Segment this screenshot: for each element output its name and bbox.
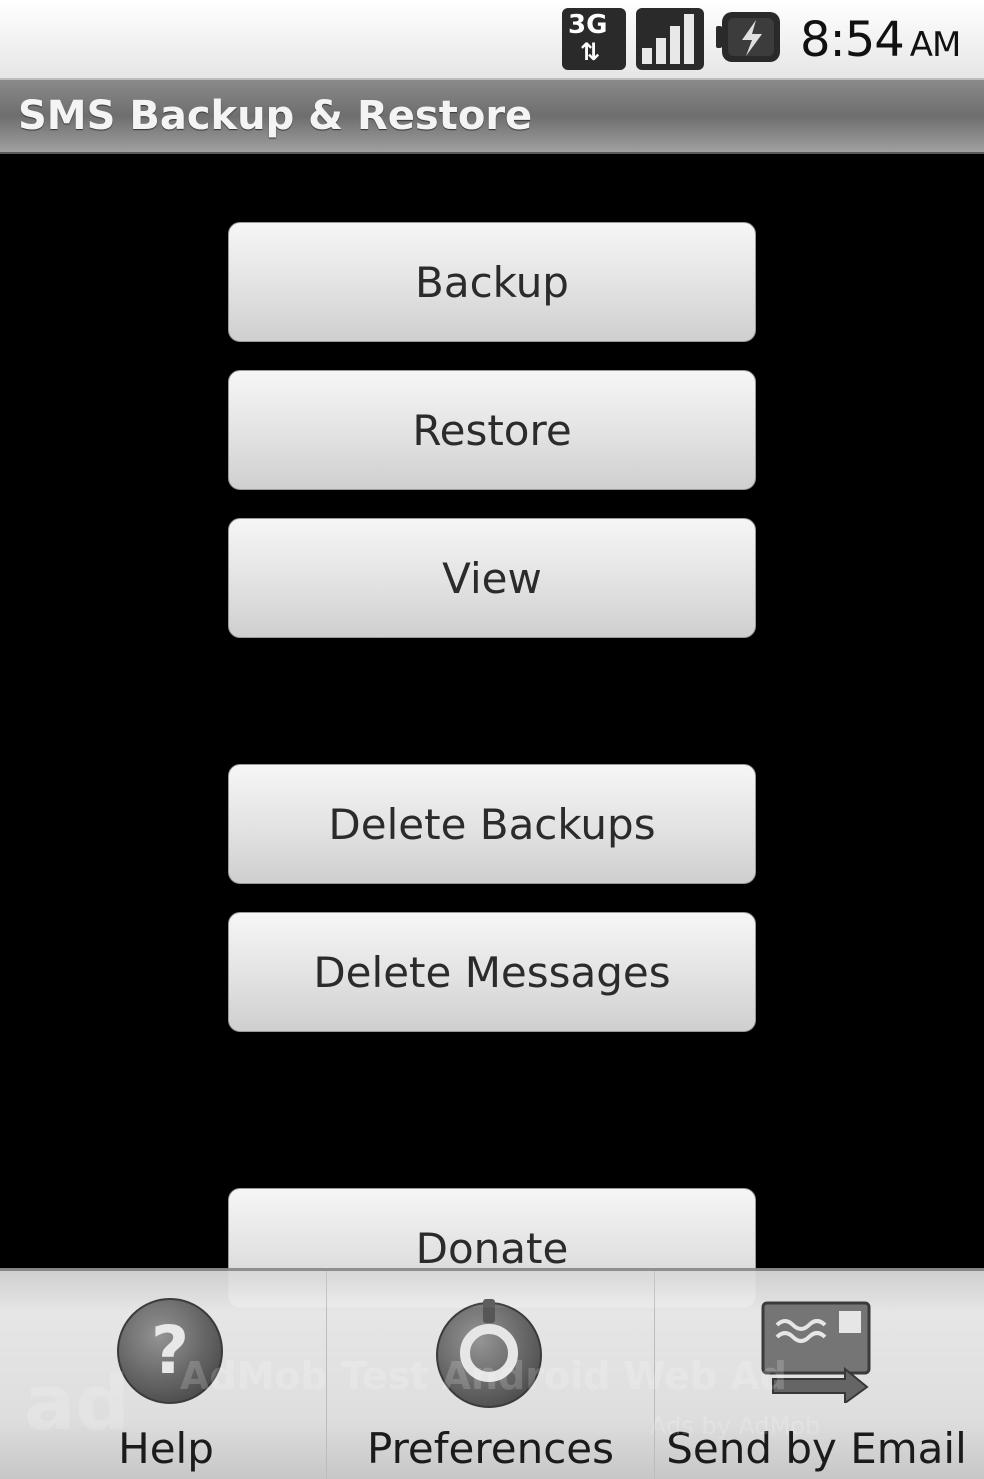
battery-charging-icon — [716, 12, 780, 62]
menu-item-preferences-label: Preferences — [366, 1424, 615, 1473]
3g-data-icon: 3G ⇅ — [562, 8, 626, 70]
app-title-bar: SMS Backup & Restore — [0, 80, 984, 154]
preferences-icon — [436, 1299, 542, 1408]
delete-messages-button[interactable]: Delete Messages — [228, 912, 756, 1032]
status-bar: 3G ⇅ 8:54 AM — [0, 0, 984, 80]
send-email-icon — [761, 1301, 871, 1403]
menu-item-help-label: Help — [118, 1424, 214, 1473]
menu-item-send-by-email-label: Send by Email — [666, 1424, 967, 1473]
clock: 8:54 AM — [800, 10, 962, 70]
menu-item-preferences[interactable]: Preferences — [326, 1271, 654, 1479]
menu-item-help[interactable]: ? Help — [6, 1271, 326, 1479]
menu-item-send-by-email[interactable]: Send by Email — [654, 1271, 978, 1479]
svg-text:?: ? — [151, 1312, 189, 1389]
view-button[interactable]: View — [228, 518, 756, 638]
restore-button[interactable]: Restore — [228, 370, 756, 490]
options-menu: ? Help Preferences Send by Email — [0, 1268, 984, 1479]
clock-ampm: AM — [909, 25, 962, 65]
network-type-label: 3G — [568, 10, 608, 40]
help-icon: ? — [117, 1298, 223, 1404]
backup-button[interactable]: Backup — [228, 222, 756, 342]
app-title: SMS Backup & Restore — [18, 93, 533, 139]
signal-strength-icon — [636, 8, 704, 70]
delete-backups-button[interactable]: Delete Backups — [228, 764, 756, 884]
clock-time: 8:54 — [800, 12, 905, 68]
